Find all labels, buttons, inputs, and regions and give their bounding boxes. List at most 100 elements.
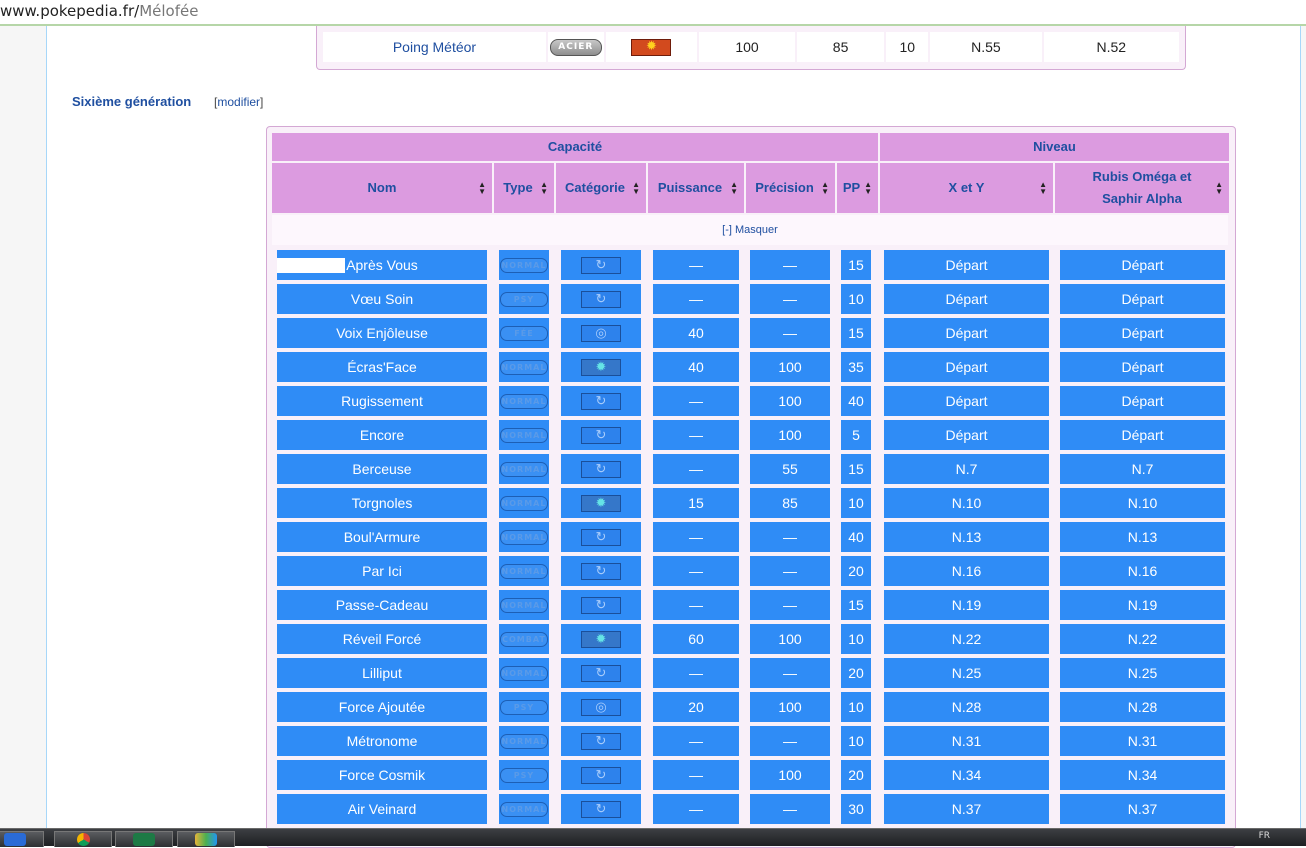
- column-header-name[interactable]: Nom ▲ ▼: [272, 163, 492, 213]
- status-category-icon[interactable]: ↻: [581, 664, 621, 682]
- status-category-icon[interactable]: ↻: [581, 290, 621, 308]
- type-badge[interactable]: NORMAL: [500, 257, 548, 273]
- move-name-link[interactable]: Réveil Forcé: [277, 624, 487, 654]
- level-roas-cell: Départ: [1060, 250, 1225, 280]
- status-category-icon[interactable]: ↻: [581, 596, 621, 614]
- type-badge[interactable]: NORMAL: [500, 665, 548, 681]
- status-category-icon[interactable]: ↻: [581, 426, 621, 444]
- category-glyph: ↻: [595, 664, 607, 680]
- status-category-icon[interactable]: ↻: [581, 800, 621, 818]
- type-badge[interactable]: PSY: [500, 699, 548, 715]
- sort-icon[interactable]: ▲ ▼: [478, 181, 486, 196]
- level-roas-cell: Départ: [1060, 318, 1225, 348]
- move-name: Passe-Cadeau: [335, 597, 429, 613]
- type-badge[interactable]: NORMAL: [500, 359, 548, 375]
- special-category-icon[interactable]: ◎: [581, 698, 621, 716]
- move-name: Air Veinard: [347, 801, 417, 817]
- column-header-roas-label-1: Rubis Oméga et: [1092, 169, 1192, 184]
- type-badge[interactable]: PSY: [500, 291, 548, 307]
- status-category-icon[interactable]: ↻: [581, 256, 621, 274]
- accuracy-cell: 100: [750, 420, 830, 450]
- language-indicator[interactable]: FR: [1259, 831, 1270, 841]
- sort-icon[interactable]: ▲ ▼: [864, 181, 872, 196]
- type-cell: NORMAL: [499, 420, 549, 450]
- column-header-xy[interactable]: X et Y ▲ ▼: [880, 163, 1053, 213]
- type-badge[interactable]: NORMAL: [500, 801, 548, 817]
- table-row: Rugissement NORMAL ↻ — 100 40 Départ Départ: [267, 384, 1235, 418]
- move-name-link[interactable]: Berceuse: [277, 454, 487, 484]
- column-header-pp[interactable]: PP ▲ ▼: [837, 163, 878, 213]
- physical-category-icon[interactable]: ✹: [581, 630, 621, 648]
- move-name-link[interactable]: Force Ajoutée: [277, 692, 487, 722]
- physical-category-icon[interactable]: ✹: [581, 358, 621, 376]
- accuracy-cell: 100: [750, 692, 830, 722]
- hide-toggle-link[interactable]: [-] Masquer: [272, 215, 1228, 245]
- column-header-accuracy[interactable]: Précision ▲ ▼: [746, 163, 835, 213]
- level-roas-cell: N.10: [1060, 488, 1225, 518]
- move-name-link[interactable]: Vœu Soin: [277, 284, 487, 314]
- type-cell: NORMAL: [499, 454, 549, 484]
- move-name-link[interactable]: Passe-Cadeau: [277, 590, 487, 620]
- edit-section-link[interactable]: modifier: [217, 95, 260, 109]
- type-badge[interactable]: NORMAL: [500, 427, 548, 443]
- sort-icon[interactable]: ▲ ▼: [540, 181, 548, 196]
- power-cell: —: [653, 522, 739, 552]
- sort-icon[interactable]: ▲ ▼: [821, 181, 829, 196]
- sort-icon[interactable]: ▲ ▼: [1039, 181, 1047, 196]
- category-cell: ↻: [561, 590, 641, 620]
- address-bar[interactable]: www.pokepedia.fr/Mélofée: [0, 0, 1306, 26]
- type-badge[interactable]: NORMAL: [500, 733, 548, 749]
- level-xy-cell: Départ: [884, 386, 1049, 416]
- column-header-power[interactable]: Puissance ▲ ▼: [648, 163, 744, 213]
- move-name-link[interactable]: Lilliput: [277, 658, 487, 688]
- type-badge[interactable]: NORMAL: [500, 597, 548, 613]
- move-name-link[interactable]: Voix Enjôleuse: [277, 318, 487, 348]
- category-cell: ◎: [561, 692, 641, 722]
- move-name-link[interactable]: Par Ici: [277, 556, 487, 586]
- type-badge[interactable]: FÉE: [500, 325, 548, 341]
- status-category-icon[interactable]: ↻: [581, 732, 621, 750]
- move-name-link[interactable]: Force Cosmik: [277, 760, 487, 790]
- pp-cell: 15: [841, 590, 871, 620]
- move-name-link[interactable]: Poing Météor: [323, 32, 546, 62]
- type-badge[interactable]: NORMAL: [500, 563, 548, 579]
- move-name-link[interactable]: Air Veinard: [277, 794, 487, 824]
- status-category-icon[interactable]: ↻: [581, 460, 621, 478]
- pp-cell: 15: [841, 318, 871, 348]
- sort-icon[interactable]: ▲ ▼: [1215, 181, 1223, 196]
- power-cell: 40: [653, 318, 739, 348]
- move-name-link[interactable]: Écras'Face: [277, 352, 487, 382]
- special-category-icon[interactable]: ◎: [581, 324, 621, 342]
- move-name-link[interactable]: Encore: [277, 420, 487, 450]
- section-title: Sixième génération: [72, 94, 192, 109]
- move-name-link[interactable]: Métronome: [277, 726, 487, 756]
- status-category-icon[interactable]: ↻: [581, 392, 621, 410]
- category-glyph: ↻: [595, 596, 607, 612]
- type-badge[interactable]: NORMAL: [500, 529, 548, 545]
- type-badge[interactable]: NORMAL: [500, 495, 548, 511]
- status-category-icon[interactable]: ↻: [581, 528, 621, 546]
- pp-cell: 5: [841, 420, 871, 450]
- move-name-link[interactable]: Rugissement: [277, 386, 487, 416]
- move-name-link[interactable]: Boul'Armure: [277, 522, 487, 552]
- level-roas-cell: N.7: [1060, 454, 1225, 484]
- type-badge[interactable]: NORMAL: [500, 461, 548, 477]
- column-header-category[interactable]: Catégorie ▲ ▼: [556, 163, 646, 213]
- level-xy-cell: N.13: [884, 522, 1049, 552]
- physical-category-icon[interactable]: ✹: [581, 494, 621, 512]
- level-xy-cell: Départ: [884, 420, 1049, 450]
- status-category-icon[interactable]: ↻: [581, 766, 621, 784]
- move-name-link[interactable]: Torgnoles: [277, 488, 487, 518]
- type-cell: PSY: [499, 284, 549, 314]
- level-roas-cell: N.16: [1060, 556, 1225, 586]
- type-badge[interactable]: NORMAL: [500, 393, 548, 409]
- category-cell: ↻: [561, 726, 641, 756]
- sort-icon[interactable]: ▲ ▼: [730, 181, 738, 196]
- type-badge[interactable]: COMBAT: [500, 631, 548, 647]
- type-badge[interactable]: PSY: [500, 767, 548, 783]
- category-cell: ✹: [561, 624, 641, 654]
- column-header-type[interactable]: Type ▲ ▼: [494, 163, 554, 213]
- column-header-roas[interactable]: Rubis Oméga et Saphir Alpha ▲ ▼: [1055, 163, 1229, 213]
- status-category-icon[interactable]: ↻: [581, 562, 621, 580]
- sort-icon[interactable]: ▲ ▼: [632, 181, 640, 196]
